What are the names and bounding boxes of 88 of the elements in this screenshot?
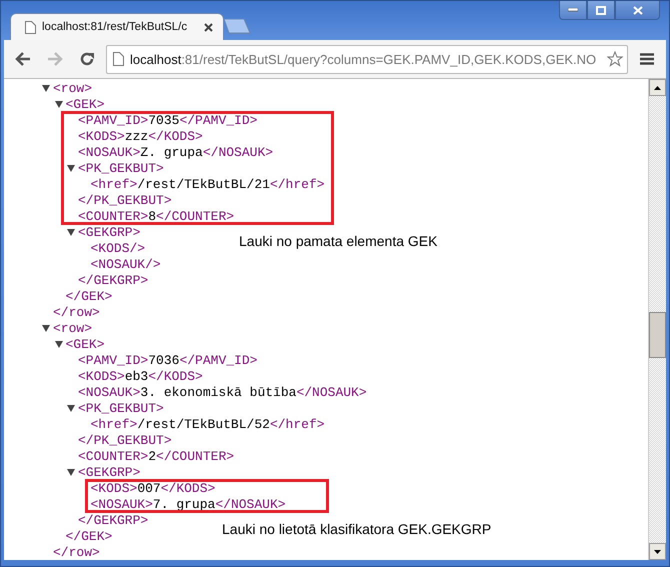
annotation-text: Lauki no pamata elementa GEK: [239, 233, 438, 249]
xml-tag: </PK_GEKBUT>: [78, 432, 172, 448]
xml-tag: <NOSAUK>: [78, 144, 140, 160]
down-arrow-icon: [654, 550, 661, 554]
xml-tag: <PAMV_ID>: [78, 352, 148, 368]
xml-value: /rest/TEkButBL/21: [137, 176, 270, 192]
xml-tag: <GEKGRP>: [78, 464, 140, 480]
menu-icon: [640, 53, 654, 65]
collapse-triangle-icon[interactable]: [67, 228, 75, 236]
xml-tag: <KODS/>: [90, 240, 146, 256]
reload-icon: [79, 51, 95, 67]
close-icon: [632, 6, 642, 14]
xml-tag: </GEK>: [66, 528, 112, 544]
collapse-triangle-icon[interactable]: [54, 340, 62, 348]
page-icon: [25, 20, 36, 34]
xml-tag: </KODS>: [148, 128, 203, 144]
maximize-icon: [596, 6, 606, 14]
xml-tag: <row>: [53, 80, 92, 96]
annotation-text: Lauki no lietotā klasifikatora GEK.GEKGRP: [222, 521, 492, 537]
xml-tag: </NOSAUK>: [296, 384, 367, 400]
star-icon[interactable]: [607, 51, 623, 67]
collapse-triangle-icon[interactable]: [54, 100, 62, 108]
xml-tag: </PAMV_ID>: [179, 352, 258, 368]
xml-value: 3. ekonomiskā būtība: [140, 384, 296, 400]
xml-value: 7. grupa: [152, 496, 216, 512]
scroll-down-button[interactable]: [649, 543, 666, 560]
xml-tag: </row>: [53, 304, 100, 320]
xml-tag: </COUNTER>: [156, 448, 234, 464]
xml-tag: </row>: [53, 544, 100, 560]
xml-value: Z. grupa: [140, 144, 203, 160]
xml-tag: <GEK>: [66, 336, 105, 352]
xml-tag: </href>: [270, 176, 325, 192]
xml-tag: </PAMV_ID>: [179, 112, 258, 128]
xml-tag: </COUNTER>: [156, 208, 234, 224]
url-text: localhost:81/rest/TekButSL/query?columns=GEK.PAMV_ID,GEK.KODS,GEK.NO: [130, 52, 598, 66]
xml-tag: </NOSAUK>: [215, 496, 286, 512]
xml-tag: </GEKGRP>: [78, 272, 148, 288]
xml-tag: <COUNTER>: [78, 208, 148, 224]
xml-tag: <PK_GEKBUT>: [78, 400, 164, 416]
collapse-triangle-icon[interactable]: [67, 164, 75, 172]
browser-tab[interactable]: localhost:81/rest/TekButSL/c: [10, 13, 224, 40]
maximize-button[interactable]: [587, 1, 615, 20]
xml-tag: <GEK>: [66, 96, 105, 112]
xml-value: 7036: [148, 352, 180, 368]
xml-tag: <COUNTER>: [78, 448, 148, 464]
xml-tag: <KODS>: [90, 480, 138, 496]
new-tab-button[interactable]: [222, 18, 252, 34]
xml-value: 007: [137, 480, 161, 496]
xml-value: 8: [148, 208, 156, 224]
collapse-triangle-icon[interactable]: [42, 84, 50, 92]
xml-tag: <PK_GEKBUT>: [78, 160, 164, 176]
xml-tag: <KODS>: [78, 128, 125, 144]
collapse-triangle-icon[interactable]: [67, 468, 75, 476]
xml-tag: </href>: [270, 416, 325, 432]
xml-value: zzz: [124, 128, 148, 144]
xml-tag: <NOSAUK>: [78, 384, 140, 400]
xml-tag: </NOSAUK>: [202, 144, 274, 160]
collapse-triangle-icon[interactable]: [67, 404, 75, 412]
xml-tag: </GEK>: [66, 288, 112, 304]
xml-tag: <PAMV_ID>: [78, 112, 148, 128]
collapse-triangle-icon[interactable]: [42, 324, 50, 332]
back-arrow-icon: [15, 52, 31, 66]
xml-tag: </GEKGRP>: [78, 512, 148, 528]
scroll-up-button[interactable]: [649, 79, 666, 96]
xml-tag: </KODS>: [148, 368, 203, 384]
tab-title: localhost:81/rest/TekButSL/c: [42, 21, 188, 33]
xml-tag: <GEKGRP>: [78, 224, 140, 240]
xml-tag: <href>: [90, 416, 138, 432]
xml-tag: <href>: [90, 176, 138, 192]
xml-value: /rest/TEkButBL/52: [137, 416, 270, 432]
forward-arrow-icon: [47, 52, 63, 66]
page-icon: [113, 52, 124, 66]
xml-tag: </KODS>: [160, 480, 216, 496]
address-bar[interactable]: localhost:81/rest/TekButSL/query?columns=GEK.PAMV_ID,GEK.KODS,GEK.NO: [106, 44, 628, 74]
minimize-button[interactable]: [559, 1, 587, 20]
close-icon[interactable]: [204, 22, 213, 32]
xml-tag: </PK_GEKBUT>: [78, 192, 172, 208]
xml-tag: <NOSAUK>: [90, 496, 153, 512]
xml-value: 2: [148, 448, 156, 464]
scrollbar-thumb[interactable]: [649, 312, 666, 358]
xml-tag: <NOSAUK/>: [90, 256, 161, 272]
minimize-icon: [568, 8, 578, 12]
xml-value: 7035: [148, 112, 180, 128]
xml-tag: <row>: [53, 320, 92, 336]
close-button[interactable]: [615, 1, 660, 20]
xml-value: eb3: [124, 368, 148, 384]
xml-tag: <KODS>: [78, 368, 125, 384]
up-arrow-icon: [654, 86, 661, 90]
